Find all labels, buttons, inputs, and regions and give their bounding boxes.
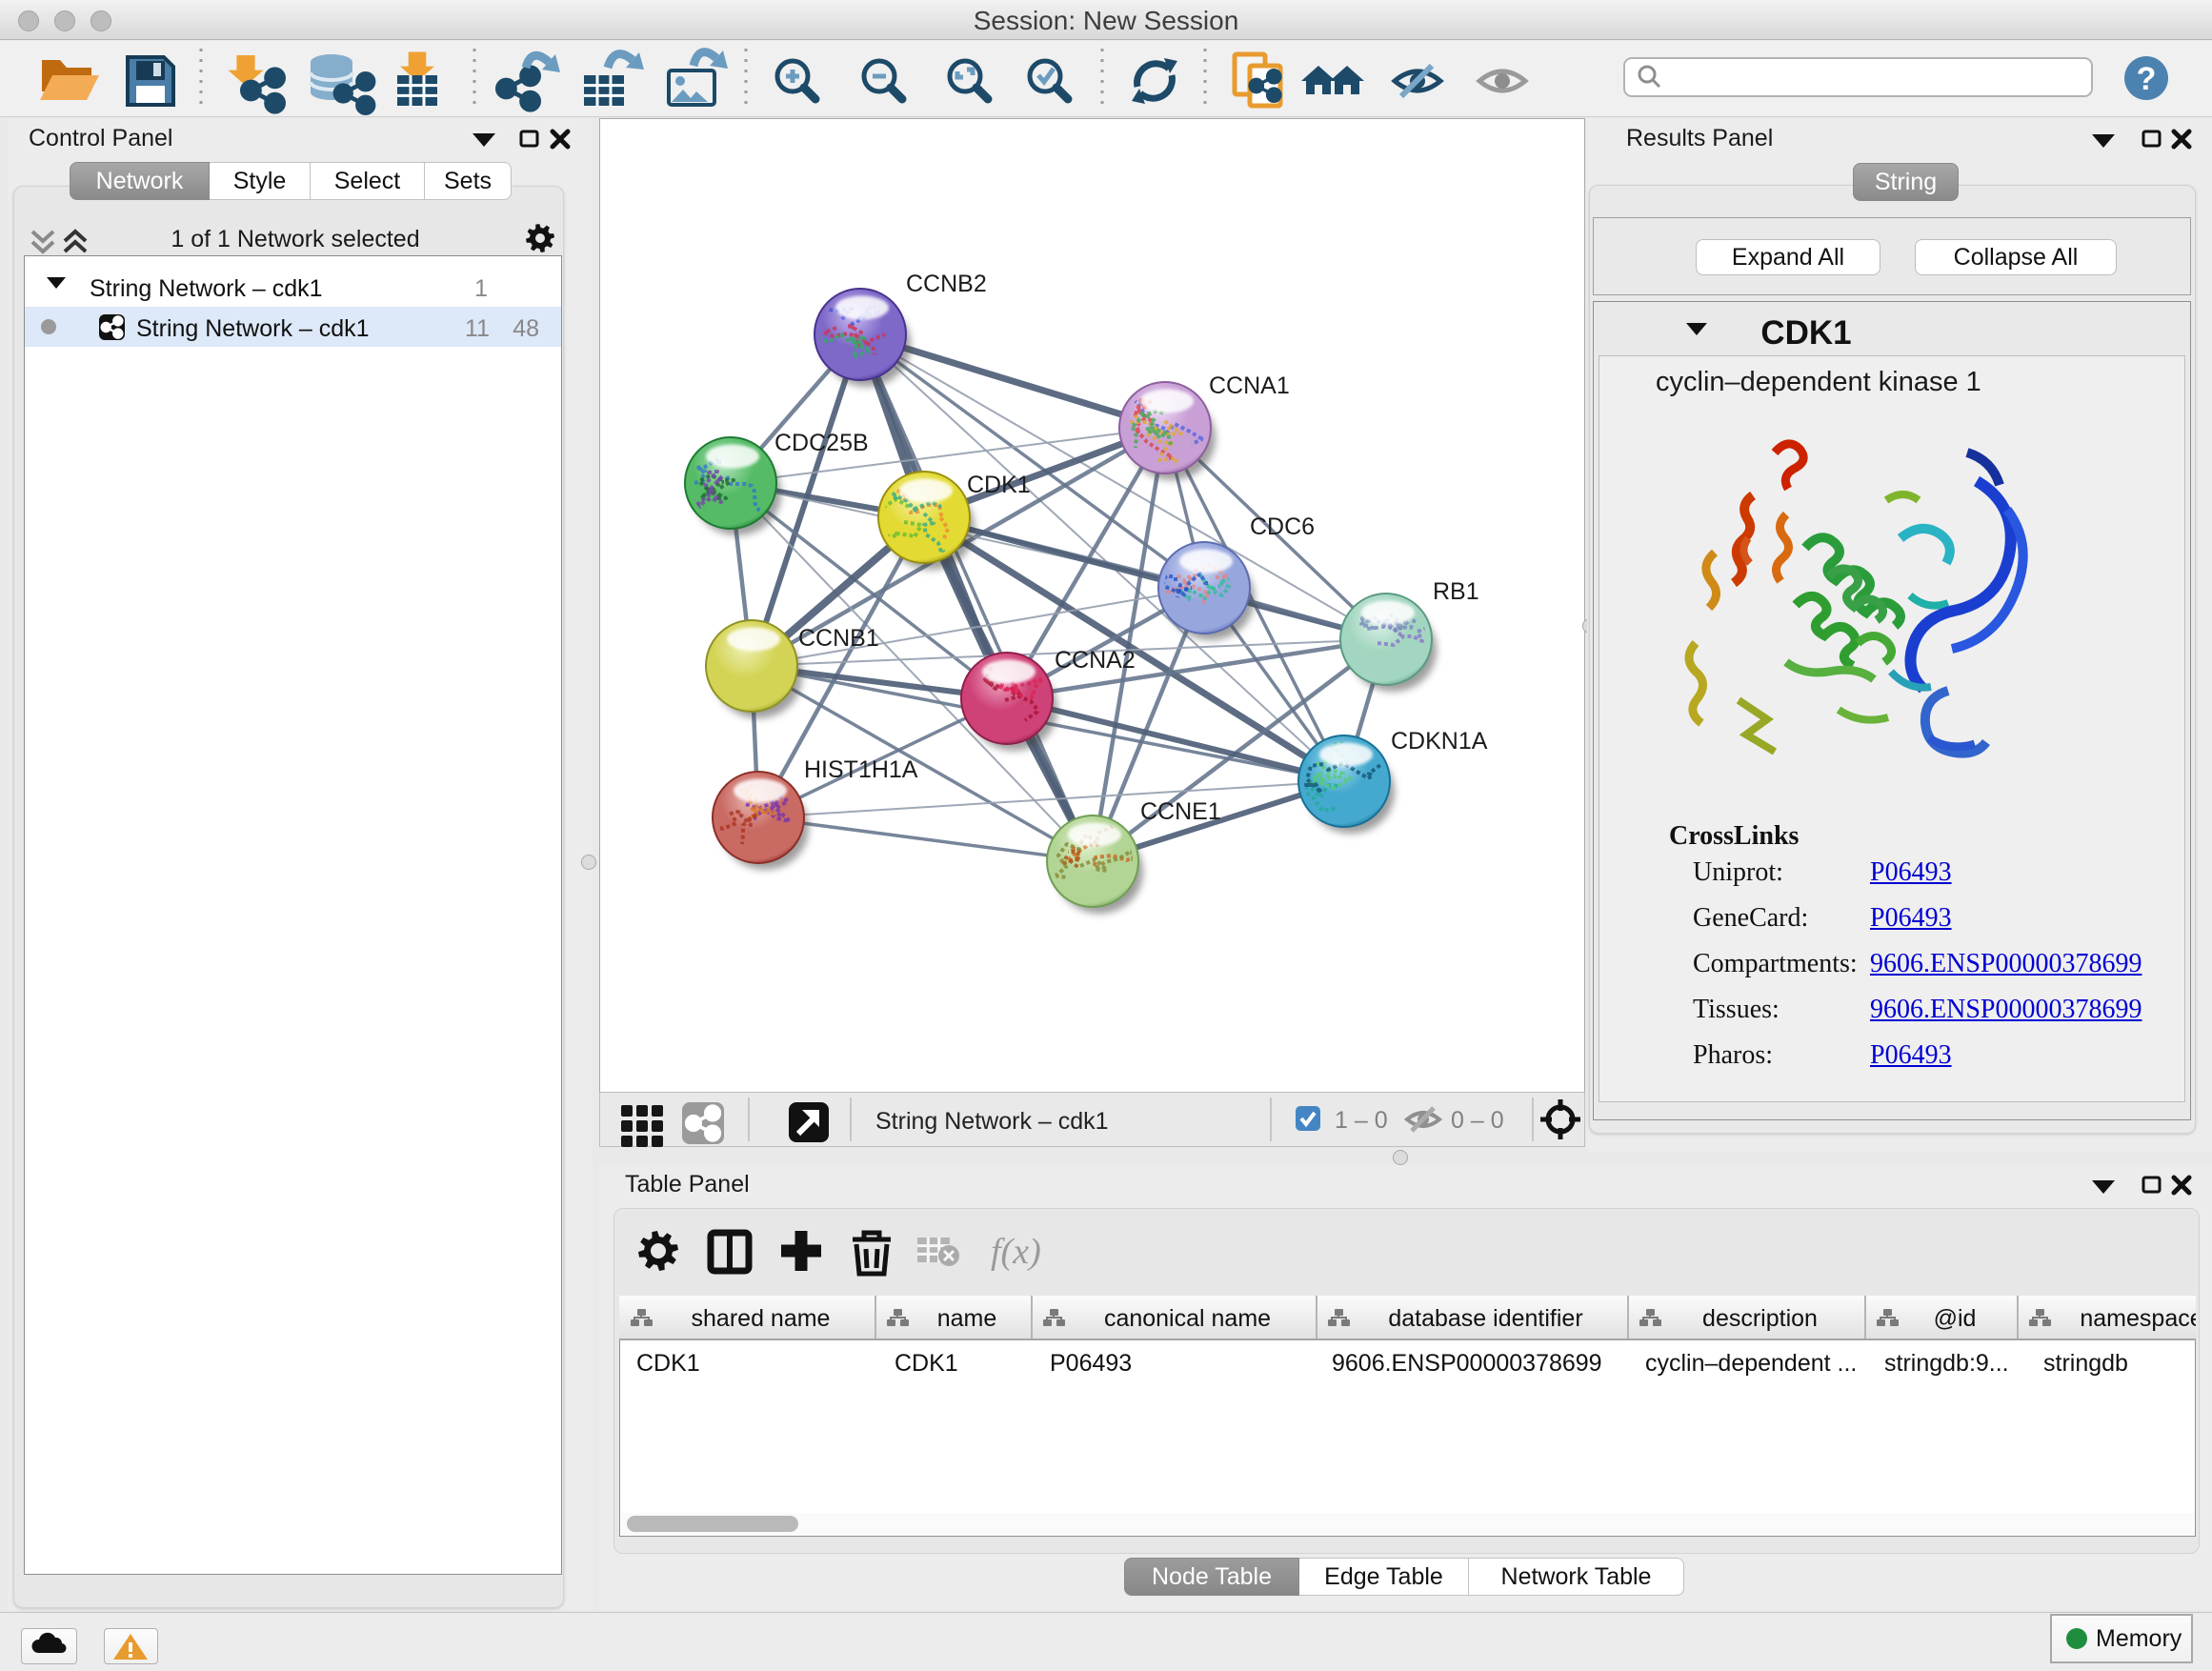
svg-text:String Network – cdk1: String Network – cdk1 <box>875 1108 1109 1135</box>
svg-text:1 of 1 Network selected: 1 of 1 Network selected <box>171 226 419 252</box>
svg-text:0 – 0: 0 – 0 <box>1451 1107 1504 1134</box>
svg-text:CDK1: CDK1 <box>967 472 1031 498</box>
svg-text:String Network – cdk1: String Network – cdk1 <box>136 315 370 342</box>
svg-text:CCNE1: CCNE1 <box>1140 798 1221 825</box>
svg-text:name: name <box>937 1305 997 1332</box>
svg-text:stringdb: stringdb <box>2043 1350 2128 1377</box>
svg-text:RB1: RB1 <box>1433 578 1479 605</box>
svg-text:canonical name: canonical name <box>1104 1305 1271 1332</box>
svg-text:11: 11 <box>465 315 490 342</box>
svg-text:CCNB1: CCNB1 <box>798 625 879 652</box>
svg-text:description: description <box>1702 1305 1818 1332</box>
svg-text:cyclin–dependent ...: cyclin–dependent ... <box>1645 1350 1857 1377</box>
svg-text:@id: @id <box>1934 1305 1977 1332</box>
svg-text:CDK1: CDK1 <box>1760 314 1851 352</box>
svg-text:String Network – cdk1: String Network – cdk1 <box>90 275 323 302</box>
svg-text:P06493: P06493 <box>1050 1350 1132 1377</box>
svg-text:CCNA1: CCNA1 <box>1209 372 1290 399</box>
svg-text:HIST1H1A: HIST1H1A <box>804 756 918 783</box>
svg-text:CDK1: CDK1 <box>895 1350 958 1377</box>
svg-text:CDKN1A: CDKN1A <box>1391 728 1488 755</box>
svg-text:9606.ENSP00000378699: 9606.ENSP00000378699 <box>1332 1350 1602 1377</box>
svg-text:database identifier: database identifier <box>1388 1305 1582 1332</box>
svg-text:CDC25B: CDC25B <box>774 430 869 456</box>
svg-text:CDK1: CDK1 <box>636 1350 700 1377</box>
svg-text:shared name: shared name <box>692 1305 831 1332</box>
svg-text:stringdb:9...: stringdb:9... <box>1884 1350 2009 1377</box>
svg-text:namespace: namespace <box>2080 1305 2196 1332</box>
svg-text:CCNA2: CCNA2 <box>1055 647 1136 674</box>
svg-text:1: 1 <box>474 275 488 302</box>
svg-text:CCNB2: CCNB2 <box>906 271 987 297</box>
svg-text:48: 48 <box>513 315 539 342</box>
svg-text:1 – 0: 1 – 0 <box>1335 1107 1388 1134</box>
svg-text:CDC6: CDC6 <box>1250 513 1315 540</box>
svg-text:f(x): f(x) <box>991 1232 1041 1272</box>
